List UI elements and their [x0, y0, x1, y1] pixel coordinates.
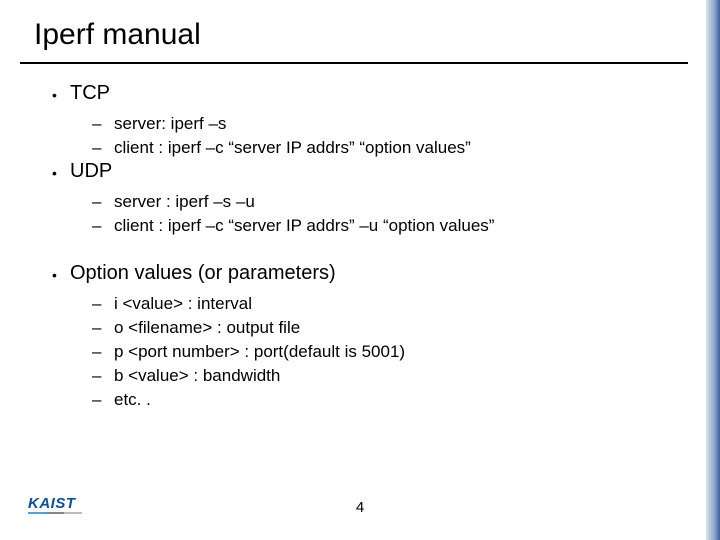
sub-item: –i <value> : interval [92, 292, 672, 316]
sub-item: –server: iperf –s [92, 112, 672, 136]
sub-text: client : iperf –c “server IP addrs” –u “… [114, 214, 494, 238]
bullet-options: •Option values (or parameters) [52, 262, 672, 288]
sub-item: –o <filename> : output file [92, 316, 672, 340]
slide-content: •TCP –server: iperf –s –client : iperf –… [52, 82, 672, 412]
sub-list-udp: –server : iperf –s –u –client : iperf –c… [92, 190, 672, 238]
sub-text: server : iperf –s –u [114, 190, 255, 214]
slide-title: Iperf manual [34, 18, 201, 52]
bullet-label: UDP [70, 160, 112, 183]
sub-list-options: –i <value> : interval –o <filename> : ou… [92, 292, 672, 412]
sub-text: p <port number> : port(default is 5001) [114, 340, 405, 364]
sub-text: server: iperf –s [114, 112, 226, 136]
sub-item: –p <port number> : port(default is 5001) [92, 340, 672, 364]
sub-text: i <value> : interval [114, 292, 252, 316]
title-underline [20, 62, 688, 64]
bullet-tcp: •TCP [52, 82, 672, 108]
sub-item: –b <value> : bandwidth [92, 364, 672, 388]
sub-list-tcp: –server: iperf –s –client : iperf –c “se… [92, 112, 672, 160]
sub-text: o <filename> : output file [114, 316, 300, 340]
right-gradient-bar [706, 0, 720, 540]
sub-item: –client : iperf –c “server IP addrs” “op… [92, 136, 672, 160]
page-number: 4 [0, 499, 720, 516]
bullet-label: TCP [70, 82, 110, 105]
sub-text: etc. . [114, 388, 151, 412]
sub-item: –server : iperf –s –u [92, 190, 672, 214]
bullet-udp: •UDP [52, 160, 672, 186]
sub-text: client : iperf –c “server IP addrs” “opt… [114, 136, 471, 160]
bullet-label: Option values (or parameters) [70, 262, 336, 285]
sub-item: –client : iperf –c “server IP addrs” –u … [92, 214, 672, 238]
sub-item: –etc. . [92, 388, 672, 412]
sub-text: b <value> : bandwidth [114, 364, 280, 388]
